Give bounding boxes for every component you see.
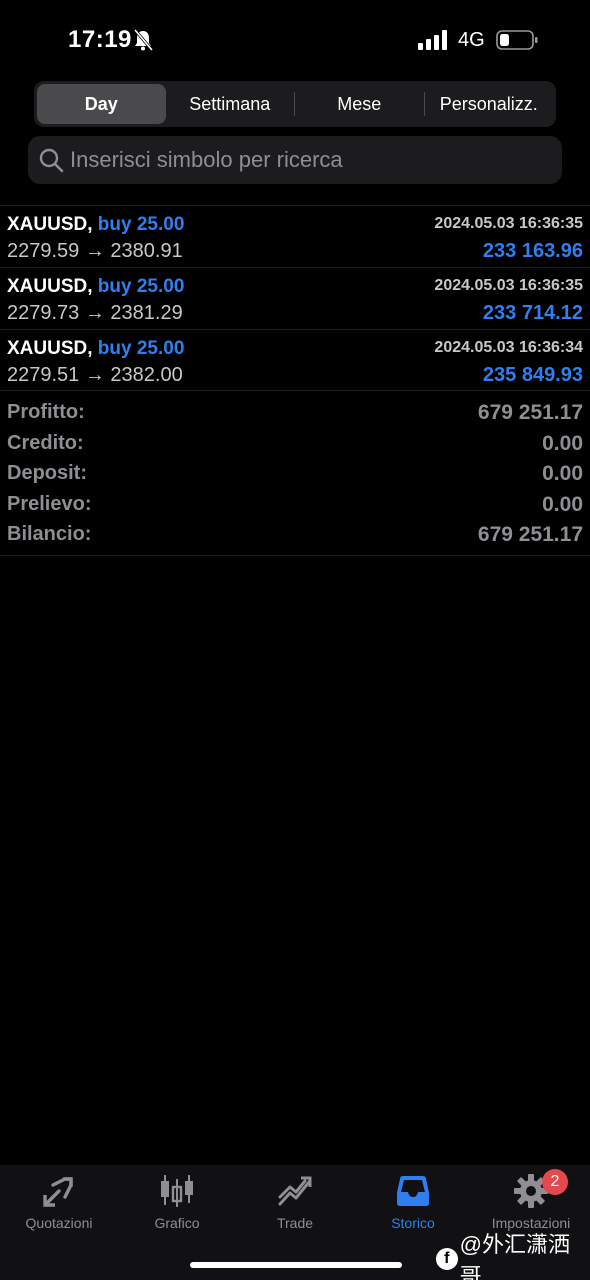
tab-label: Quotazioni: [25, 1215, 93, 1231]
search-input[interactable]: [70, 147, 550, 173]
battery-icon: [496, 30, 538, 50]
segment-day[interactable]: Day: [37, 84, 166, 124]
trade-row[interactable]: XAUUSD, buy 25.00 2279.59 → 2380.91 2024…: [0, 206, 590, 268]
trade-profit: 235 849.93: [482, 364, 583, 386]
summary-value: 679 251.17: [477, 523, 583, 546]
summary-row-profit: Profitto: 679 251.17: [0, 398, 590, 429]
history-inbox-icon: [397, 1176, 429, 1206]
segment-custom[interactable]: Personalizz.: [425, 84, 554, 124]
summary-label: Credito:: [7, 431, 84, 454]
summary-label: Profitto:: [7, 401, 85, 423]
summary-row-credit: Credito: 0.00: [0, 429, 590, 460]
trade-profit: 233 163.96: [482, 240, 583, 262]
facebook-icon: f: [436, 1248, 458, 1270]
trade-symbol: XAUUSD, buy 25.00: [7, 276, 184, 298]
trade-row[interactable]: XAUUSD, buy 25.00 2279.51 → 2382.00 2024…: [0, 330, 590, 392]
trade-profit: 233 714.12: [482, 302, 583, 324]
trade-datetime: 2024.05.03 16:36:35: [434, 277, 583, 294]
home-indicator[interactable]: [190, 1262, 402, 1268]
trade-prices: 2279.51 → 2382.00: [7, 364, 183, 386]
search-bar[interactable]: [28, 136, 562, 184]
trade-prices: 2279.73 → 2381.29: [7, 302, 183, 324]
bell-off-icon: [133, 29, 153, 51]
trade-trend-icon: [278, 1176, 312, 1206]
segment-week[interactable]: Settimana: [166, 84, 295, 124]
trade-row[interactable]: XAUUSD, buy 25.00 2279.73 → 2381.29 2024…: [0, 268, 590, 330]
summary-value: 0.00: [542, 492, 583, 516]
candlestick-chart-icon: [161, 1175, 193, 1207]
symbol-text: XAUUSD,: [7, 214, 93, 235]
search-icon: [39, 148, 64, 173]
trade-prices: 2279.59 → 2380.91: [7, 240, 183, 262]
summary-row-deposit: Deposit: 0.00: [0, 459, 590, 490]
divider: [0, 390, 590, 391]
status-time: 17:19: [68, 26, 132, 53]
status-bar: 17:19 4G: [0, 0, 590, 80]
trade-side: buy 25.00: [97, 276, 185, 297]
tab-quotes[interactable]: Quotazioni: [0, 1165, 118, 1245]
summary-label: Deposit:: [7, 462, 87, 484]
tab-label: Grafico: [154, 1215, 200, 1231]
quotes-arrows-icon: [43, 1177, 73, 1207]
symbol-text: XAUUSD,: [7, 338, 93, 359]
tab-label: Trade: [276, 1215, 314, 1231]
trade-datetime: 2024.05.03 16:36:35: [434, 215, 583, 232]
summary-value: 0.00: [542, 431, 583, 455]
summary-row-balance: Bilancio: 679 251.17: [0, 520, 590, 551]
summary-label: Bilancio:: [7, 523, 92, 545]
network-type: 4G: [458, 29, 485, 51]
summary-panel: Profitto: 679 251.17 Credito: 0.00 Depos…: [0, 398, 590, 551]
summary-value: 0.00: [542, 462, 583, 485]
symbol-text: XAUUSD,: [7, 276, 93, 297]
divider: [0, 555, 590, 556]
watermark-text: @外汇潇洒哥: [459, 1232, 571, 1280]
segment-month[interactable]: Mese: [295, 84, 424, 124]
cellular-signal-icon: [418, 30, 447, 50]
summary-row-withdrawal: Prelievo: 0.00: [0, 490, 590, 521]
summary-label: Prelievo:: [7, 492, 92, 515]
tab-trade[interactable]: Trade: [236, 1165, 354, 1245]
period-segmented-control: Day Settimana Mese Personalizz.: [34, 81, 556, 127]
trade-datetime: 2024.05.03 16:36:34: [434, 339, 583, 356]
watermark: f @外汇潇洒哥: [436, 1227, 590, 1280]
summary-value: 679 251.17: [477, 401, 583, 424]
trade-symbol: XAUUSD, buy 25.00: [7, 338, 184, 360]
trade-side: buy 25.00: [97, 214, 185, 235]
notification-badge: 2: [542, 1169, 568, 1195]
tab-chart[interactable]: Grafico: [118, 1165, 236, 1245]
trade-side: buy 25.00: [97, 338, 185, 359]
trade-symbol: XAUUSD, buy 25.00: [7, 214, 184, 236]
